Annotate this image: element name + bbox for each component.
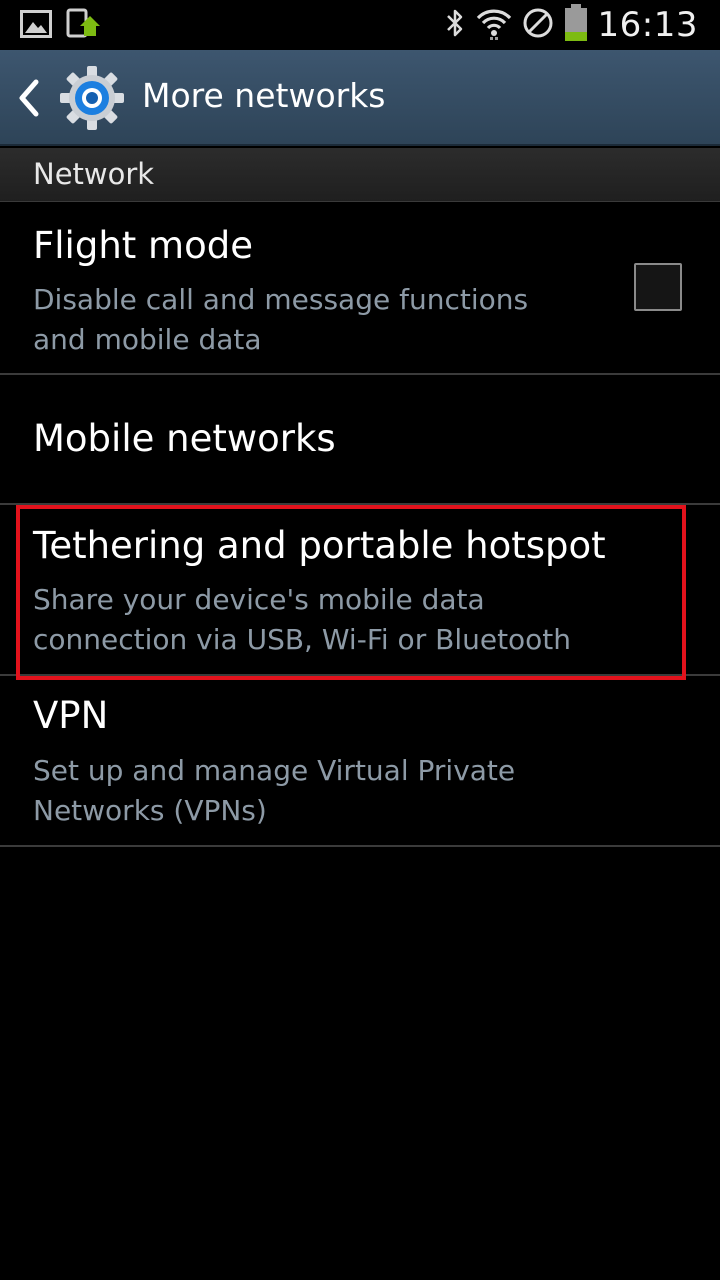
- section-header-label: Network: [33, 157, 155, 191]
- status-clock: 16:13: [597, 5, 698, 45]
- download-sync-icon: [66, 8, 100, 44]
- flight-mode-title: Flight mode: [33, 224, 253, 267]
- tethering-subtitle: Share your device's mobile data connecti…: [33, 583, 572, 656]
- settings-gear-icon[interactable]: [58, 64, 126, 136]
- mobile-networks-title: Mobile networks: [33, 417, 336, 460]
- list-item-mobile-networks[interactable]: Mobile networks: [0, 375, 720, 504]
- gallery-icon: [20, 10, 52, 42]
- status-right-icons: 16:13: [434, 4, 698, 46]
- no-signal-icon: [522, 7, 554, 43]
- status-left-icons: [20, 8, 114, 44]
- flight-mode-checkbox[interactable]: [634, 263, 682, 311]
- section-header-network: Network: [0, 148, 720, 202]
- action-bar: More networks: [0, 50, 720, 146]
- list-item-vpn[interactable]: VPN Set up and manage Virtual Private Ne…: [0, 676, 720, 845]
- page-title: More networks: [142, 76, 386, 115]
- vpn-title: VPN: [33, 694, 109, 737]
- battery-icon: [564, 4, 588, 46]
- divider: [0, 845, 720, 847]
- flight-mode-subtitle: Disable call and message functions and m…: [33, 283, 529, 356]
- wifi-icon: [476, 6, 512, 44]
- vpn-subtitle: Set up and manage Virtual Private Networ…: [33, 754, 516, 827]
- list-item-tethering-hotspot[interactable]: Tethering and portable hotspot Share you…: [0, 505, 720, 675]
- status-bar: 16:13: [0, 0, 720, 50]
- chevron-left-icon[interactable]: [16, 78, 42, 122]
- list-item-flight-mode[interactable]: Flight mode Disable call and message fun…: [0, 202, 720, 374]
- bluetooth-icon: [444, 7, 466, 43]
- tethering-title: Tethering and portable hotspot: [33, 524, 606, 567]
